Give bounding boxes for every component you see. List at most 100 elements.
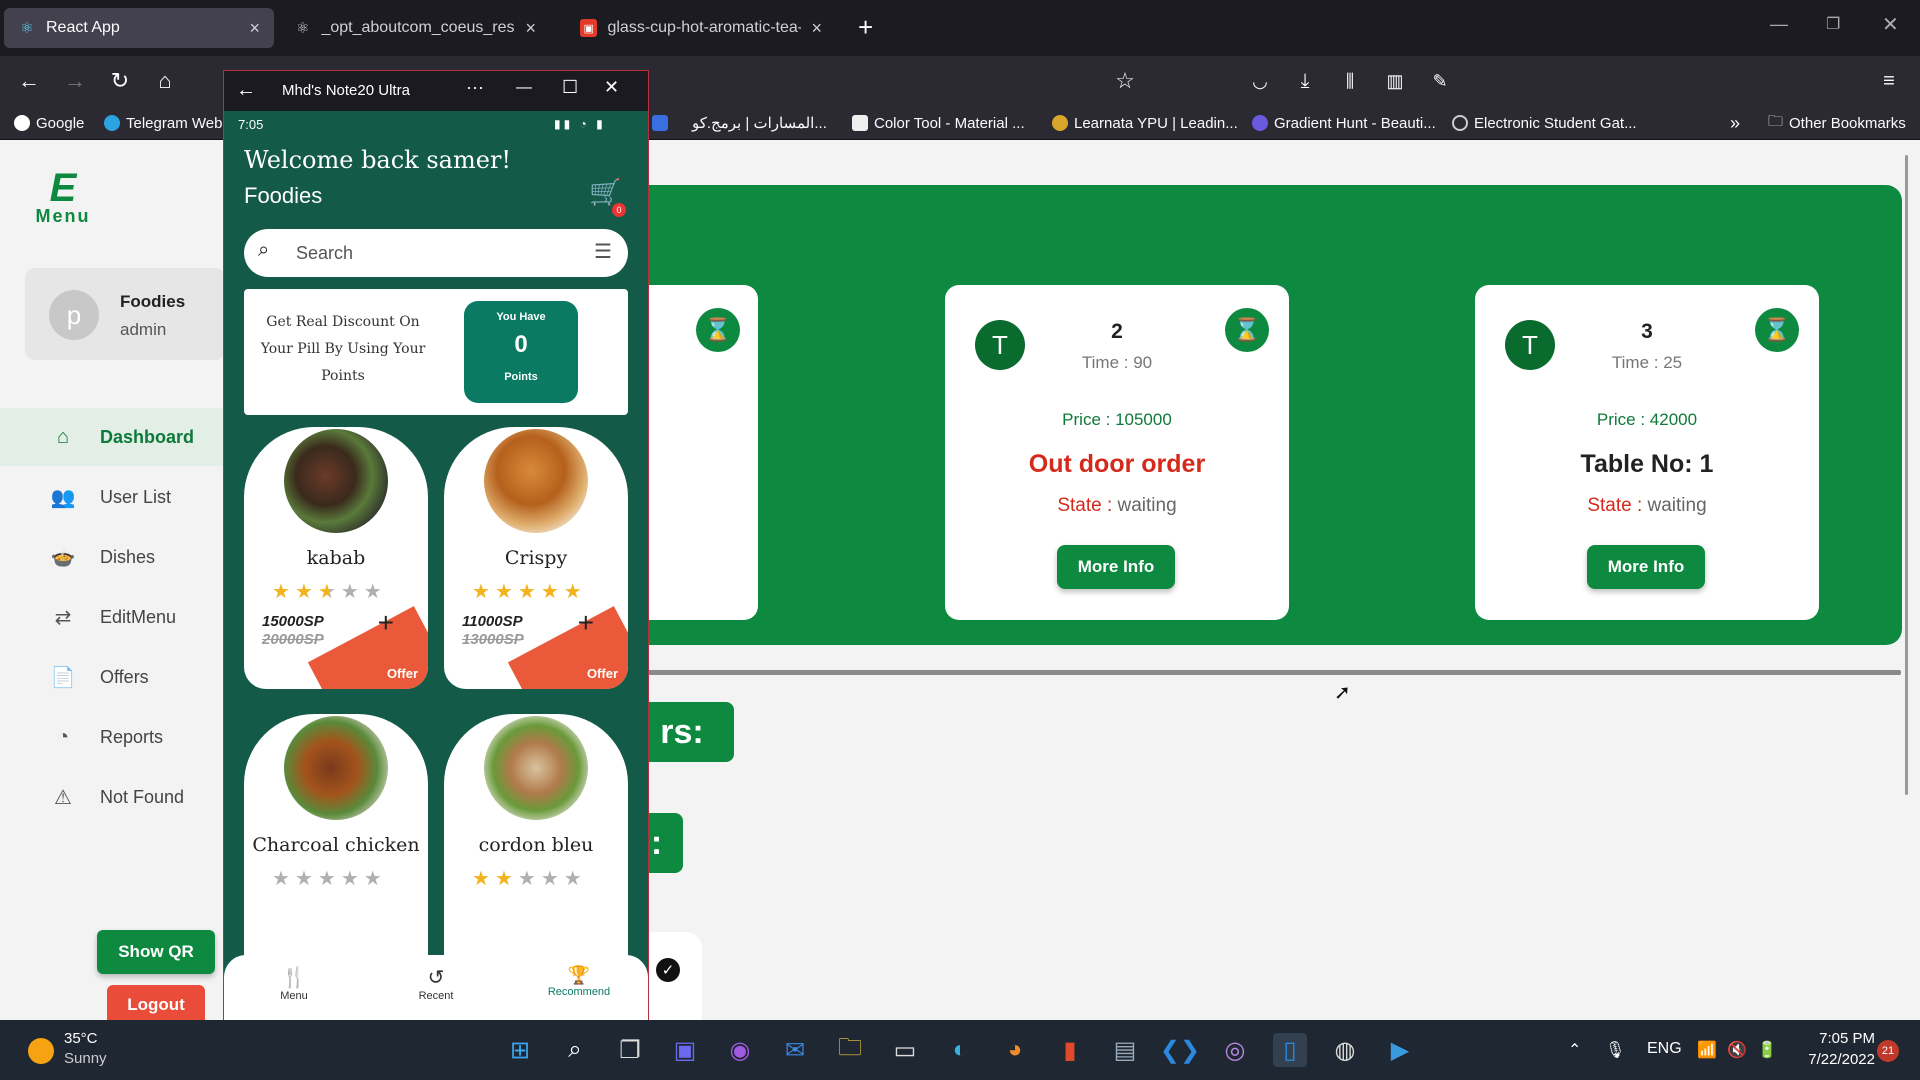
media-player-icon[interactable]: ▶ xyxy=(1383,1033,1417,1067)
clock-time[interactable]: 7:05 PM xyxy=(1795,1030,1875,1047)
close-tab-icon[interactable]: × xyxy=(811,18,822,39)
task-view-icon[interactable]: ❐ xyxy=(613,1033,647,1067)
sidebar-item-dishes[interactable]: 🍲 Dishes xyxy=(0,528,225,586)
pen-icon[interactable]: ✎ xyxy=(1423,64,1457,98)
nav-recent[interactable]: ↺ Recent xyxy=(396,965,476,1002)
sun-icon[interactable] xyxy=(28,1038,54,1064)
more-info-button[interactable]: More Info xyxy=(1057,545,1175,589)
search-input[interactable]: ⌕ Search ☰ xyxy=(244,229,628,277)
photos-icon[interactable]: ▤ xyxy=(1108,1033,1142,1067)
star-icon: ★ xyxy=(272,581,295,603)
bookmark-electronic-student[interactable]: Electronic Student Gat... xyxy=(1452,112,1637,134)
show-qr-button[interactable]: Show QR xyxy=(97,930,215,974)
file-explorer-icon[interactable]: 🗀 xyxy=(833,1033,867,1067)
bookmarks-overflow-icon[interactable]: » xyxy=(1730,112,1740,134)
restore-window-button[interactable]: ❐ xyxy=(1826,14,1840,34)
chrome-icon[interactable]: ◍ xyxy=(1328,1033,1362,1067)
more-options-icon[interactable]: ··· xyxy=(466,77,484,98)
back-arrow-icon[interactable]: ← xyxy=(236,79,256,102)
other-bookmarks[interactable]: 🗀 Other Bookmarks xyxy=(1768,112,1906,134)
firefox-icon[interactable]: ◕ xyxy=(998,1033,1032,1067)
weather-temp[interactable]: 35°C xyxy=(64,1030,98,1047)
sidebar-item-user-list[interactable]: 👥 User List xyxy=(0,468,225,526)
new-tab-button[interactable]: + xyxy=(858,12,873,43)
scrollbar[interactable] xyxy=(1905,155,1908,795)
microphone-icon[interactable]: 🎙 xyxy=(1605,1040,1625,1060)
sidebar-item-dashboard[interactable]: ⌂ Dashboard xyxy=(0,408,225,466)
dish-card[interactable]: kabab ★★★★★ Offer 15000SP 20000SP + xyxy=(244,427,428,689)
podcast-icon[interactable]: ◉ xyxy=(723,1033,757,1067)
battery-icon[interactable]: 🔋 xyxy=(1757,1040,1777,1060)
order-card: T 3 Time : 25 ⌛ Price : 42000 Table No: … xyxy=(1475,285,1819,620)
close-window-button[interactable]: ✕ xyxy=(1882,12,1899,37)
sidebar-item-offers[interactable]: 📄 Offers xyxy=(0,648,225,706)
vscode-icon[interactable]: ❮❯ xyxy=(1160,1033,1200,1067)
terminal-icon[interactable]: ▭ xyxy=(888,1033,922,1067)
forward-arrow-icon[interactable]: → xyxy=(58,64,92,98)
github-icon[interactable]: ◎ xyxy=(1218,1033,1252,1067)
tab-opt-aboutcom[interactable]: ⚛ _opt_aboutcom_coeus_reso × xyxy=(280,8,550,48)
bookmark-star-icon[interactable]: ☆ xyxy=(1108,64,1142,98)
tab-react-app[interactable]: ⚛ React App × xyxy=(4,8,274,48)
mail-icon[interactable]: ✉ xyxy=(778,1033,812,1067)
add-to-cart-icon[interactable]: + xyxy=(378,607,394,639)
dish-card[interactable]: Crispy ★★★★★ Offer 11000SP 13000SP + xyxy=(444,427,628,689)
mute-icon[interactable]: 🔇 xyxy=(1727,1040,1747,1060)
bookmark-gradient-hunt[interactable]: Gradient Hunt - Beauti... xyxy=(1252,112,1436,134)
maximize-icon[interactable]: ☐ xyxy=(562,77,578,98)
notification-badge[interactable]: 21 xyxy=(1877,1040,1899,1062)
reader-view-icon[interactable]: ▥ xyxy=(1378,64,1412,98)
pocket-icon[interactable]: ◡ xyxy=(1243,64,1277,98)
globe-icon xyxy=(1452,115,1468,131)
bottom-nav: 🍴 Menu ↺ Recent 🏆 Recommend xyxy=(224,955,648,1021)
check-icon[interactable]: ✓ xyxy=(656,958,680,982)
swap-icon: ⇄ xyxy=(54,606,72,629)
wifi-icon[interactable]: 📶 xyxy=(1697,1040,1717,1060)
close-tab-icon[interactable]: × xyxy=(525,18,536,39)
points-promo-card: Get Real Discount On Your Pill By Using … xyxy=(244,289,628,415)
star-icon: ★ xyxy=(517,868,541,890)
offer-label: Offer xyxy=(586,666,618,681)
dish-card[interactable]: cordon bleu ★★★★★ xyxy=(444,714,628,976)
teams-icon[interactable]: ▣ xyxy=(668,1033,702,1067)
sidebar: E Menu p Foodies admin ⌂ Dashboard 👥 User L… xyxy=(0,140,225,1025)
minimize-window-button[interactable]: — xyxy=(1770,14,1788,35)
gradient-hunt-icon xyxy=(1252,115,1268,131)
weather-desc: Sunny xyxy=(64,1050,107,1067)
back-arrow-icon[interactable]: ← xyxy=(12,64,46,98)
bookmark-learnata[interactable]: Learnata YPU | Leadin... xyxy=(1052,112,1238,134)
sidebar-item-reports[interactable]: ◔ Reports xyxy=(0,708,225,766)
windows-start-icon[interactable]: ⊞ xyxy=(503,1033,537,1067)
phone-link-icon[interactable]: ▯ xyxy=(1273,1033,1307,1067)
home-icon[interactable]: ⌂ xyxy=(148,64,182,98)
office-icon[interactable]: ▮ xyxy=(1053,1033,1087,1067)
nav-menu[interactable]: 🍴 Menu xyxy=(254,965,334,1002)
filter-icon[interactable]: ☰ xyxy=(594,239,612,264)
bookmark-color-tool[interactable]: Color Tool - Material ... xyxy=(852,112,1025,134)
language-indicator[interactable]: ENG xyxy=(1647,1040,1682,1058)
points-value: 0 xyxy=(514,331,528,358)
dish-card[interactable]: Charcoal chicken ★★★★★ xyxy=(244,714,428,976)
minimize-icon[interactable]: — xyxy=(516,79,532,97)
close-tab-icon[interactable]: × xyxy=(249,18,260,39)
library-icon[interactable]: ⫼ xyxy=(1333,64,1367,98)
search-icon[interactable]: ⌕ xyxy=(558,1033,592,1067)
bookmark-google[interactable]: Google xyxy=(14,112,84,134)
sidebar-item-editmenu[interactable]: ⇄ EditMenu xyxy=(0,588,225,646)
reload-icon[interactable]: ↻ xyxy=(103,64,137,98)
hourglass-icon: ⌛ xyxy=(1755,308,1799,352)
bookmark-telegram[interactable]: Telegram Web xyxy=(104,112,222,134)
bookmark-barmej[interactable]: المسارات | برمج.كو... xyxy=(652,112,827,134)
chevron-up-icon[interactable]: ⌃ xyxy=(1568,1040,1581,1060)
sidebar-item-not-found[interactable]: ⚠ Not Found xyxy=(0,768,225,826)
close-icon[interactable]: ✕ xyxy=(604,77,619,98)
nav-recommend[interactable]: 🏆 Recommend xyxy=(534,965,624,998)
more-info-button[interactable]: More Info xyxy=(1587,545,1705,589)
tab-glass-cup[interactable]: ▣ glass-cup-hot-aromatic-tea-2 × xyxy=(566,8,836,48)
logout-button[interactable]: Logout xyxy=(107,985,205,1025)
download-icon[interactable]: ⤓ xyxy=(1288,64,1322,98)
menu-icon[interactable]: ≡ xyxy=(1872,64,1906,98)
add-to-cart-icon[interactable]: + xyxy=(578,607,594,639)
star-icon: ★ xyxy=(340,581,364,603)
edge-icon[interactable]: ◐ xyxy=(943,1033,977,1067)
